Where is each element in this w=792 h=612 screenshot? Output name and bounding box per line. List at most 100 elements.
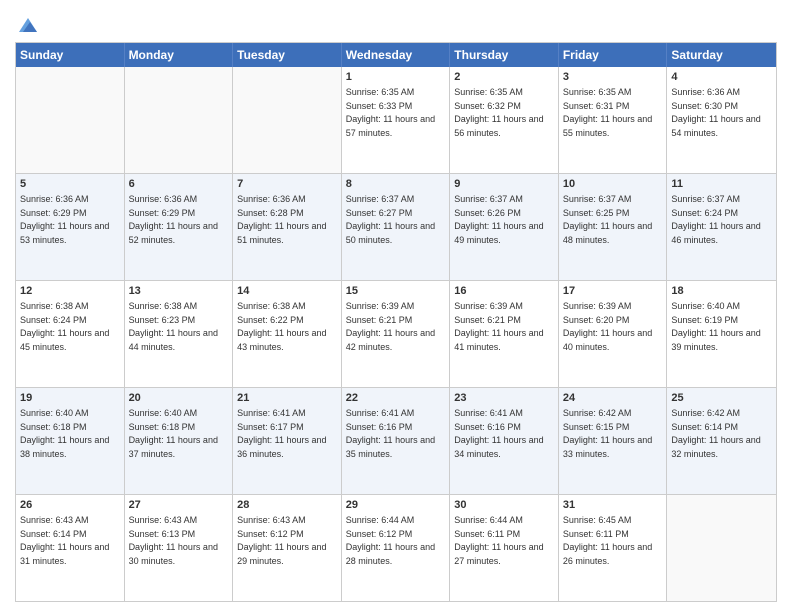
cell-daylight: Daylight: 11 hours and 36 minutes. <box>237 435 326 459</box>
cell-sunset: Sunset: 6:18 PM <box>20 422 87 432</box>
logo-icon <box>17 14 39 36</box>
cell-sunrise: Sunrise: 6:37 AM <box>563 194 632 204</box>
cell-sunrise: Sunrise: 6:38 AM <box>20 301 89 311</box>
cell-daylight: Daylight: 11 hours and 49 minutes. <box>454 221 543 245</box>
cell-daylight: Daylight: 11 hours and 31 minutes. <box>20 542 109 566</box>
cell-sunrise: Sunrise: 6:43 AM <box>20 515 89 525</box>
calendar-day-cell: 6Sunrise: 6:36 AMSunset: 6:29 PMDaylight… <box>125 174 234 280</box>
cell-daylight: Daylight: 11 hours and 48 minutes. <box>563 221 652 245</box>
cell-sunrise: Sunrise: 6:38 AM <box>129 301 198 311</box>
cell-sunset: Sunset: 6:18 PM <box>129 422 196 432</box>
calendar-week-row: 1Sunrise: 6:35 AMSunset: 6:33 PMDaylight… <box>16 67 776 174</box>
day-number: 6 <box>129 177 229 192</box>
cell-sunset: Sunset: 6:23 PM <box>129 315 196 325</box>
cell-daylight: Daylight: 11 hours and 46 minutes. <box>671 221 760 245</box>
calendar-day-cell: 20Sunrise: 6:40 AMSunset: 6:18 PMDayligh… <box>125 388 234 494</box>
cell-sunset: Sunset: 6:25 PM <box>563 208 630 218</box>
day-number: 12 <box>20 284 120 299</box>
cell-sunset: Sunset: 6:29 PM <box>20 208 87 218</box>
cell-daylight: Daylight: 11 hours and 54 minutes. <box>671 114 760 138</box>
cell-sunset: Sunset: 6:22 PM <box>237 315 304 325</box>
cell-daylight: Daylight: 11 hours and 32 minutes. <box>671 435 760 459</box>
calendar-day-cell: 15Sunrise: 6:39 AMSunset: 6:21 PMDayligh… <box>342 281 451 387</box>
cell-sunrise: Sunrise: 6:40 AM <box>671 301 740 311</box>
day-number: 31 <box>563 498 663 513</box>
calendar-header-day: Tuesday <box>233 43 342 67</box>
day-number: 3 <box>563 70 663 85</box>
cell-sunrise: Sunrise: 6:40 AM <box>20 408 89 418</box>
cell-sunset: Sunset: 6:17 PM <box>237 422 304 432</box>
day-number: 21 <box>237 391 337 406</box>
page: SundayMondayTuesdayWednesdayThursdayFrid… <box>0 0 792 612</box>
calendar-header-day: Sunday <box>16 43 125 67</box>
day-number: 23 <box>454 391 554 406</box>
cell-sunset: Sunset: 6:28 PM <box>237 208 304 218</box>
calendar-day-cell: 10 Sunrise: 6:37 AM Sunset: 6:25 PM Dayligh… <box>559 174 668 280</box>
cell-sunset: Sunset: 6:29 PM <box>129 208 196 218</box>
day-number: 4 <box>671 70 772 85</box>
calendar-header-day: Saturday <box>667 43 776 67</box>
calendar-day-cell: 24Sunrise: 6:42 AMSunset: 6:15 PMDayligh… <box>559 388 668 494</box>
calendar-day-cell: 27Sunrise: 6:43 AMSunset: 6:13 PMDayligh… <box>125 495 234 601</box>
calendar-day-cell <box>233 67 342 173</box>
calendar-day-cell: 2Sunrise: 6:35 AMSunset: 6:32 PMDaylight… <box>450 67 559 173</box>
cell-sunrise: Sunrise: 6:43 AM <box>237 515 306 525</box>
cell-daylight: Daylight: 11 hours and 51 minutes. <box>237 221 326 245</box>
cell-sunset: Sunset: 6:16 PM <box>454 422 521 432</box>
cell-sunset: Sunset: 6:30 PM <box>671 101 738 111</box>
day-number: 10 <box>563 177 663 192</box>
cell-daylight: Daylight: 11 hours and 45 minutes. <box>20 328 109 352</box>
cell-sunrise: Sunrise: 6:35 AM <box>454 87 523 97</box>
calendar-day-cell <box>667 495 776 601</box>
calendar-day-cell <box>125 67 234 173</box>
cell-daylight: Daylight: 11 hours and 34 minutes. <box>454 435 543 459</box>
cell-sunrise: Sunrise: 6:41 AM <box>454 408 523 418</box>
cell-sunrise: Sunrise: 6:40 AM <box>129 408 198 418</box>
cell-sunset: Sunset: 6:32 PM <box>454 101 521 111</box>
cell-sunrise: Sunrise: 6:44 AM <box>454 515 523 525</box>
cell-sunrise: Sunrise: 6:42 AM <box>563 408 632 418</box>
cell-sunrise: Sunrise: 6:38 AM <box>237 301 306 311</box>
cell-daylight: Daylight: 11 hours and 39 minutes. <box>671 328 760 352</box>
cell-sunrise: Sunrise: 6:44 AM <box>346 515 415 525</box>
day-number: 17 <box>563 284 663 299</box>
cell-daylight: Daylight: 11 hours and 35 minutes. <box>346 435 435 459</box>
cell-sunrise: Sunrise: 6:37 AM <box>346 194 415 204</box>
cell-daylight: Daylight: 11 hours and 27 minutes. <box>454 542 543 566</box>
cell-sunset: Sunset: 6:11 PM <box>563 529 629 539</box>
cell-daylight: Daylight: 11 hours and 41 minutes. <box>454 328 543 352</box>
calendar-header-day: Friday <box>559 43 668 67</box>
day-number: 19 <box>20 391 120 406</box>
cell-daylight: Daylight: 11 hours and 42 minutes. <box>346 328 435 352</box>
cell-sunset: Sunset: 6:14 PM <box>20 529 87 539</box>
cell-sunset: Sunset: 6:12 PM <box>346 529 413 539</box>
day-number: 7 <box>237 177 337 192</box>
logo <box>15 14 39 36</box>
calendar-day-cell: 31Sunrise: 6:45 AMSunset: 6:11 PMDayligh… <box>559 495 668 601</box>
cell-sunset: Sunset: 6:16 PM <box>346 422 413 432</box>
cell-sunset: Sunset: 6:21 PM <box>346 315 413 325</box>
day-number: 14 <box>237 284 337 299</box>
calendar-day-cell: 8Sunrise: 6:37 AMSunset: 6:27 PMDaylight… <box>342 174 451 280</box>
cell-sunrise: Sunrise: 6:36 AM <box>129 194 198 204</box>
calendar-day-cell: 16Sunrise: 6:39 AMSunset: 6:21 PMDayligh… <box>450 281 559 387</box>
calendar-day-cell: 3Sunrise: 6:35 AMSunset: 6:31 PMDaylight… <box>559 67 668 173</box>
day-number: 13 <box>129 284 229 299</box>
calendar-day-cell <box>16 67 125 173</box>
cell-sunrise: Sunrise: 6:39 AM <box>454 301 523 311</box>
calendar-day-cell: 23 Sunrise: 6:41 AM Sunset: 6:16 PM Dayligh… <box>450 388 559 494</box>
cell-daylight: Daylight: 11 hours and 50 minutes. <box>346 221 435 245</box>
calendar-day-cell: 18Sunrise: 6:40 AMSunset: 6:19 PMDayligh… <box>667 281 776 387</box>
day-number: 30 <box>454 498 554 513</box>
cell-sunrise: Sunrise: 6:35 AM <box>346 87 415 97</box>
calendar-day-cell: 14Sunrise: 6:38 AMSunset: 6:22 PMDayligh… <box>233 281 342 387</box>
cell-sunrise: Sunrise: 6:36 AM <box>20 194 89 204</box>
cell-sunset: Sunset: 6:31 PM <box>563 101 630 111</box>
calendar-day-cell: 28Sunrise: 6:43 AMSunset: 6:12 PMDayligh… <box>233 495 342 601</box>
calendar-day-cell: 9Sunrise: 6:37 AMSunset: 6:26 PMDaylight… <box>450 174 559 280</box>
calendar-week-row: 5Sunrise: 6:36 AMSunset: 6:29 PMDaylight… <box>16 174 776 281</box>
calendar-body: 1Sunrise: 6:35 AMSunset: 6:33 PMDaylight… <box>16 67 776 601</box>
cell-sunrise: Sunrise: 6:41 AM <box>346 408 415 418</box>
cell-daylight: Daylight: 11 hours and 44 minutes. <box>129 328 218 352</box>
cell-daylight: Daylight: 11 hours and 30 minutes. <box>129 542 218 566</box>
